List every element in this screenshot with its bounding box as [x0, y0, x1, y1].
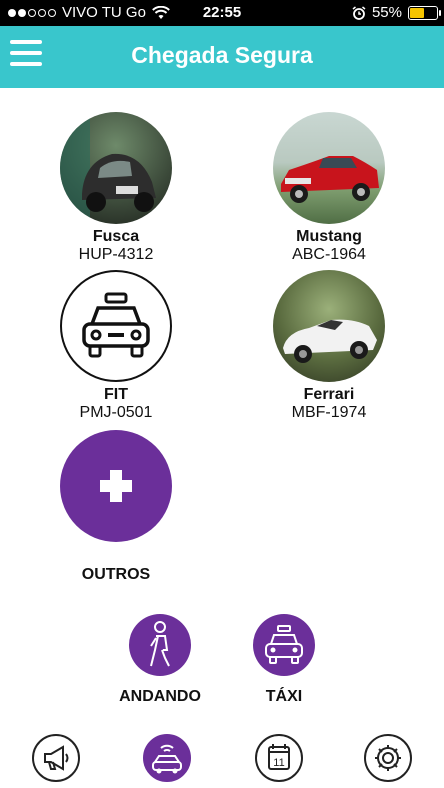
taxi-icon — [253, 614, 315, 676]
taxi-outline-icon — [60, 270, 172, 382]
page-title: Chegada Segura — [131, 42, 313, 68]
battery-group: 55% — [352, 4, 441, 21]
vehicle-plate: PMJ-0501 — [79, 404, 153, 421]
app-header: Chegada Segura — [0, 26, 444, 88]
vehicle-plate: ABC-1964 — [292, 246, 366, 263]
mode-taxi-button[interactable]: TÁXI — [229, 614, 339, 706]
vehicle-name: Mustang — [296, 228, 362, 245]
add-vehicle-label: OUTROS — [81, 566, 151, 583]
walking-person-icon — [129, 614, 191, 676]
white-ferrari-photo — [273, 270, 385, 382]
vehicle-card-fit[interactable]: FIT PMJ-0501 — [31, 270, 201, 422]
vehicle-name: FIT — [104, 386, 128, 403]
bottom-nav: 11 — [0, 728, 444, 788]
vehicle-card-ferrari[interactable]: Ferrari MBF-1974 — [244, 270, 414, 422]
add-vehicle-button[interactable]: OUTROS — [31, 430, 201, 584]
battery-percent: 55% — [371, 4, 402, 21]
alarm-icon — [352, 5, 366, 20]
vehicle-card-fusca[interactable]: Fusca HUP-4312 — [31, 112, 201, 264]
plus-icon — [60, 430, 172, 542]
mode-walking-label: ANDANDO — [119, 688, 201, 705]
calendar-icon[interactable]: 11 — [255, 734, 303, 782]
vehicle-card-mustang[interactable]: Mustang ABC-1964 — [244, 112, 414, 264]
vehicle-plate: HUP-4312 — [78, 246, 154, 263]
calendar-day: 11 — [273, 757, 284, 769]
mode-taxi-label: TÁXI — [265, 688, 303, 705]
vehicle-plate: MBF-1974 — [291, 404, 367, 421]
vehicle-name: Fusca — [92, 228, 140, 245]
red-mustang-photo — [273, 112, 385, 224]
vintage-beetle-photo — [60, 112, 172, 224]
vehicle-name: Ferrari — [303, 386, 355, 403]
status-bar: VIVO TU Go 22:55 55% — [0, 0, 444, 26]
gear-icon[interactable] — [364, 734, 412, 782]
car-signal-icon[interactable] — [143, 734, 191, 782]
battery-icon — [408, 5, 441, 20]
megaphone-icon[interactable] — [32, 734, 80, 782]
mode-walking-button[interactable]: ANDANDO — [105, 614, 215, 706]
